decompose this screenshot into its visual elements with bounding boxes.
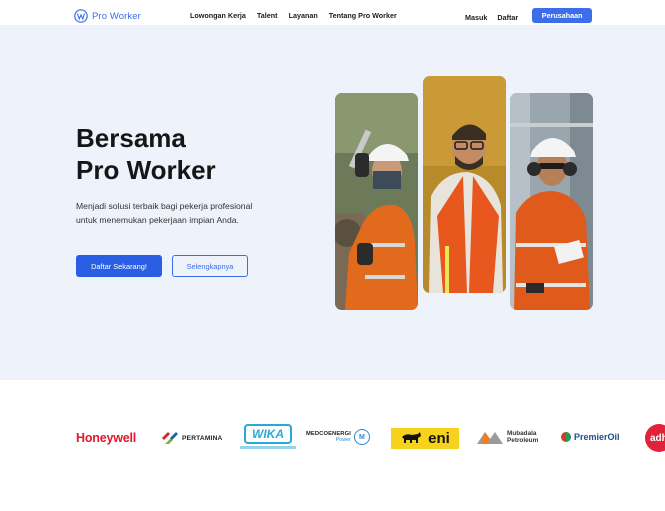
hero-photo-worker-clipboard: [510, 93, 593, 310]
medco-text-block: MEDCOENERGI Power: [306, 431, 351, 443]
register-now-button[interactable]: Daftar Sekarang!: [76, 255, 162, 277]
medco-circle-icon: M: [353, 429, 370, 445]
pertamina-mark-icon: [162, 432, 178, 444]
mubadala-line-1: Mubadala: [507, 430, 537, 437]
login-link[interactable]: Masuk: [465, 13, 487, 22]
hero-photo-worker-wrench: [335, 93, 418, 310]
mubadala-mark-icon: [477, 432, 503, 444]
nav-link-layanan[interactable]: Layanan: [289, 11, 318, 20]
hero-section: Bersama Pro Worker Menjadi solusi terbai…: [0, 25, 665, 380]
register-link[interactable]: Daftar: [497, 13, 518, 22]
hero-title: Bersama Pro Worker: [76, 122, 306, 186]
premier-oil-mark-icon: [561, 432, 571, 442]
nav-links: Lowongan Kerja Talent Layanan Tentang Pr…: [190, 11, 397, 20]
honeywell-logo-text: Honeywell: [76, 431, 137, 445]
nav-link-tentang[interactable]: Tentang Pro Worker: [329, 11, 397, 20]
honeywell-logo: Honeywell: [76, 431, 136, 445]
eni-logo-text: eni: [428, 430, 450, 447]
wika-logo: WIKA: [240, 424, 296, 449]
nav-actions: Masuk Daftar Perusahaan: [465, 8, 593, 23]
adh-logo: adh: [645, 424, 665, 452]
pertamina-logo: PERTAMINA: [162, 432, 223, 444]
learn-more-button[interactable]: Selengkapnya: [172, 255, 248, 277]
premier-oil-logo: PremierOil: [561, 432, 620, 442]
wika-logo-text: WIKA: [244, 424, 292, 444]
pro-worker-logo[interactable]: Pro Worker: [74, 9, 141, 23]
medco-power-logo: MEDCOENERGI Power M: [306, 429, 370, 445]
pertamina-logo-text: PERTAMINA: [182, 434, 223, 442]
adh-logo-text: adh: [650, 432, 665, 444]
nav-link-talent[interactable]: Talent: [257, 11, 278, 20]
wika-tagline-bar: [240, 446, 296, 449]
eni-logo: eni: [391, 428, 459, 449]
hero-photo-worker-glasses: [423, 76, 506, 293]
medco-sub-text: Power: [335, 437, 351, 443]
mubadala-petroleum-logo: Mubadala Petroleum: [477, 430, 538, 444]
six-legged-dog-icon: [402, 432, 422, 443]
pro-worker-logo-icon: [74, 9, 88, 23]
nav-link-lowongan-kerja[interactable]: Lowongan Kerja: [190, 11, 246, 20]
company-button[interactable]: Perusahaan: [532, 8, 593, 23]
hero-title-line-1: Bersama: [76, 123, 186, 153]
logo-text: Pro Worker: [92, 10, 141, 22]
mubadala-line-2: Petroleum: [507, 437, 539, 444]
hero-description: Menjadi solusi terbaik bagi pekerja prof…: [76, 201, 253, 225]
hero-title-line-2: Pro Worker: [76, 155, 216, 185]
premier-oil-logo-text: PremierOil: [574, 432, 620, 442]
partner-logos: Honeywell PERTAMINA WIKA MEDCOENERGI Pow…: [0, 380, 665, 511]
mubadala-text-block: Mubadala Petroleum: [507, 430, 538, 444]
